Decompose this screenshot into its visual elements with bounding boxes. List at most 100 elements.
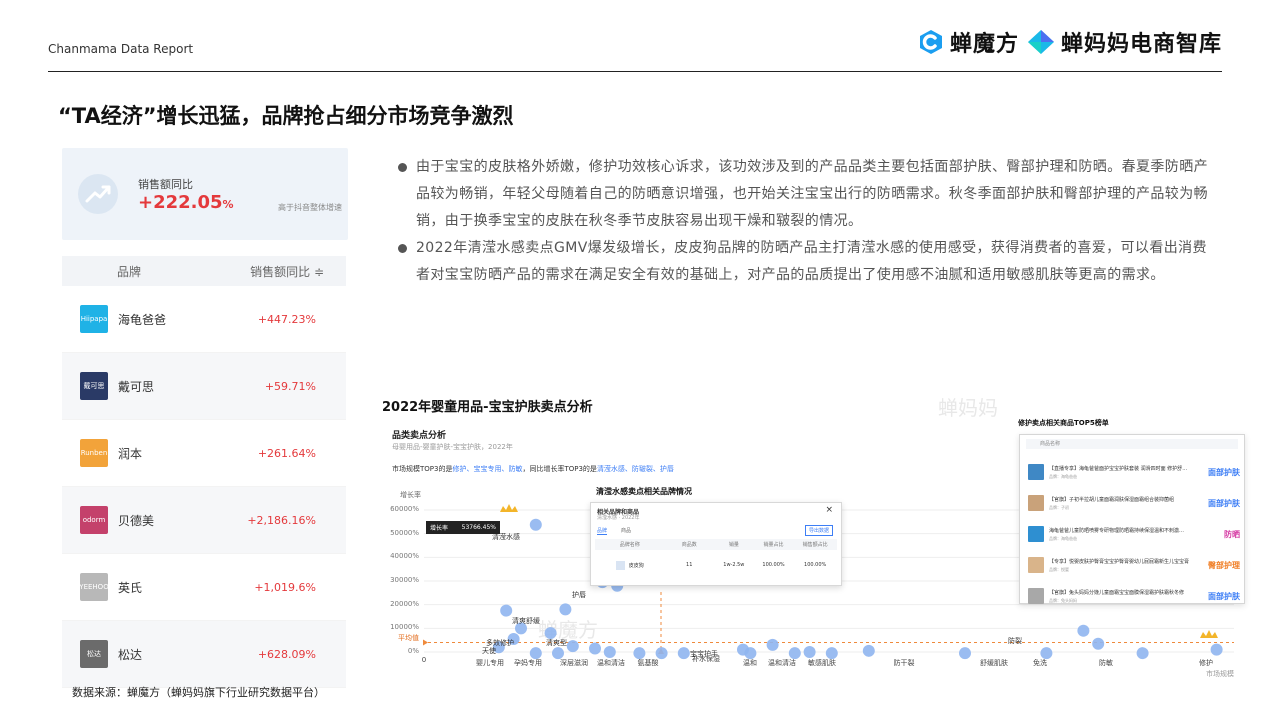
top5-item[interactable]: 【直播专享】海龟爸爸面护宝宝护肤套装 润滑四时面 修护舒缓 A 品牌：海龟爸爸 面部… [1028,457,1240,487]
page-title: “TA经济”增长迅猛，品牌抢占细分市场竞争激烈 [58,104,514,128]
product-tag: 面部护肤 [1208,591,1240,601]
scatter-point [559,603,572,616]
brand-logo: YEEHOO [80,573,108,601]
summary-value-unit: % [222,198,234,211]
modal-col-header: 销售额占比 [802,542,828,548]
scatter-point [529,518,542,531]
product-name: 【专享】悦婴皮肤护臀膏宝宝护臀膏婴幼儿屁屁霜新生儿宝宝膏 [1049,558,1189,565]
modal-cell: 1w-2.5w [723,562,745,568]
brand-name: 海龟爸爸 [118,312,167,327]
top5-item[interactable]: 【官旗】兔头妈妈分娩儿童面霜宝宝面膜保湿霜护肤霜秋冬修 品牌：兔头妈妈 面部护肤 [1028,581,1240,611]
modal-cell: 11 [686,562,693,568]
close-icon[interactable]: × [825,505,833,515]
category-label: 温和清洁 [597,659,625,667]
scatter-point [1136,647,1149,660]
brand-name: 戴可思 [118,379,155,394]
product-info: 【官旗】兔头妈妈分娩儿童面霜宝宝面膜保湿霜护肤霜秋冬修 品牌：兔头妈妈 [1049,589,1206,604]
category-label: 防干裂 [893,659,915,667]
report-label: Chanmama Data Report [48,42,194,56]
category-label: 深层滋润 [560,659,588,667]
brand-row[interactable]: Hiipapa 海龟爸爸 +447.23% [62,286,346,353]
chanmofang-logo-icon [919,30,942,54]
brand-logo: odorm [80,506,108,534]
brand-row[interactable]: 松达 松达 +628.09% [62,621,346,688]
tooltip-value: 53766.45% [461,524,496,531]
brand-growth-value: +2,186.16% [247,513,316,527]
category-label: 舒缓肌肤 [980,659,1008,667]
header-divider [48,71,1222,72]
product-tag: 防晒 [1224,529,1240,539]
modal-table-row[interactable]: 皮皮狗 11 1w-2.5w 100.00% 100.00% [595,555,837,575]
chanmofang-logo-text: 蝉魔方 [949,32,1019,57]
export-button[interactable]: 导出数据 [804,525,833,536]
tab-brand[interactable]: 品牌 [597,527,608,535]
brand-growth-value: +1,019.6% [254,580,316,594]
chanmama-zhiku-logo-text: 蝉妈妈电商智库 [1060,32,1222,57]
brand-name: 英氏 [118,580,143,595]
brand-growth-value: +447.23% [257,312,316,326]
brand-table-body: Hiipapa 海龟爸爸 +447.23% 戴可思 戴可思 +59.71% Runben 润本… [62,286,346,688]
product-thumbnail [1028,495,1044,511]
summary-caption: 销售额同比 [138,178,193,191]
scatter-point [566,640,579,653]
top5-item[interactable]: 海龟爸爸儿童防晒喷雾专研物理防晒霜持续保湿温和不刺激的晒霜 品牌：海龟爸爸 防晒 [1028,519,1240,549]
product-name: 【官旗】兔头妈妈分娩儿童面霜宝宝面膜保湿霜护肤霜秋冬修 [1049,589,1185,596]
category-label: 敏感肌肤 [808,659,836,667]
product-meta: 品牌：海龟爸爸 [1049,535,1077,541]
modal-cell: 皮皮狗 [628,562,644,569]
trend-up-icon [78,174,118,214]
growth-column-header[interactable]: 销售额同比 ≑ [196,263,346,280]
modal-table-header: 品牌名称 商品数 销量 销量占比 销售额占比 [595,539,837,550]
point-label: 清爽舒缓 [512,617,540,625]
top5-column-header: 商品名称 [1026,439,1238,449]
category-label: 免洗 [1033,659,1047,667]
scatter-point [766,638,779,651]
product-meta: 品牌：悦婴 [1049,566,1069,572]
top5-item[interactable]: 【官旗】子初半拉胡儿童面霜润肤保湿面霜组合装抑菌组 品牌：子初 面部护肤 [1028,488,1240,518]
brand-row[interactable]: odorm 贝德美 +2,186.16% [62,487,346,554]
brand-row[interactable]: 戴可思 戴可思 +59.71% [62,353,346,420]
brand-growth-value: +628.09% [257,647,316,661]
category-label: 防敏 [1099,659,1113,667]
brand-logo: Hiipapa [80,305,108,333]
product-info: 海龟爸爸儿童防晒喷雾专研物理防晒霜持续保湿温和不刺激的晒霜 品牌：海龟爸爸 [1049,527,1222,542]
tab-product[interactable]: 商品 [621,527,631,535]
selling-point-chart-panel: 蝉魔方 蝉妈妈 2022年婴童用品-宝宝护肤卖点分析 品类卖点分析 母婴用品-婴… [378,392,1248,688]
summary-value: +222.05% [138,192,234,213]
brand-growth-table: 品牌 销售额同比 ≑ Hiipapa 海龟爸爸 +447.23% 戴可思 戴可思 +59.… [62,256,346,688]
product-info: 【官旗】子初半拉胡儿童面霜润肤保湿面霜组合装抑菌组 品牌：子初 [1049,496,1206,511]
scatter-point [803,646,816,658]
modal-col-header: 销量占比 [763,542,784,548]
analysis-bullets: 由于宝宝的皮肤格外娇嫩，修护功效核心诉求，该功效涉及到的产品品类主要包括面部护肤… [398,154,1220,289]
category-label: 孕妈专用 [514,659,542,667]
brand-column-header: 品牌 [116,264,141,279]
modal-cell: 100.00% [762,562,785,568]
product-tag: 面部护肤 [1208,467,1240,477]
bullet-point: 由于宝宝的皮肤格外娇嫩，修护功效核心诉求，该功效涉及到的产品品类主要包括面部护肤… [398,154,1220,235]
product-thumbnail [1028,557,1044,573]
brand-growth-value: +261.64% [257,446,316,460]
point-label: 宝宝护手 [690,650,718,658]
product-info: 【直播专享】海龟爸爸面护宝宝护肤套装 润滑四时面 修护舒缓 A 品牌：海龟爸爸 [1049,465,1206,480]
brand-row[interactable]: YEEHOO 英氏 +1,019.6% [62,554,346,621]
category-label: 婴儿专用 [476,659,504,667]
product-tag: 面部护肤 [1208,498,1240,508]
crown-icon [500,504,518,512]
modal-col-header: 品牌名称 [619,542,640,548]
category-label: 温和清洁 [768,659,796,667]
product-thumbnail [1028,526,1044,542]
product-meta: 品牌：子初 [1049,504,1069,510]
scatter-point [862,644,875,657]
sales-yoy-summary-card: 销售额同比 +222.05% 高于抖音整体增速 [62,148,348,240]
category-label: 修护 [1199,659,1213,667]
scatter-point [589,642,601,655]
brand-logo: Runben [80,439,108,467]
brand-detail-modal: 清滢水感卖点相关品牌情况 相关品牌和商品 清滢水感 · 2022年 × 品牌 商… [590,486,842,592]
scatter-point [603,646,616,658]
product-name: 海龟爸爸儿童防晒喷雾专研物理防晒霜持续保湿温和不刺激的晒霜 [1049,527,1189,534]
top5-item[interactable]: 【专享】悦婴皮肤护臀膏宝宝护臀膏婴幼儿屁屁霜新生儿宝宝膏 品牌：悦婴 臀部护理 [1028,550,1240,580]
modal-brand-cell: 皮皮狗 [595,560,664,570]
product-tag: 臀部护理 [1208,560,1240,570]
chanmama-logo-icon [1027,30,1054,54]
brand-row[interactable]: Runben 润本 +261.64% [62,420,346,487]
